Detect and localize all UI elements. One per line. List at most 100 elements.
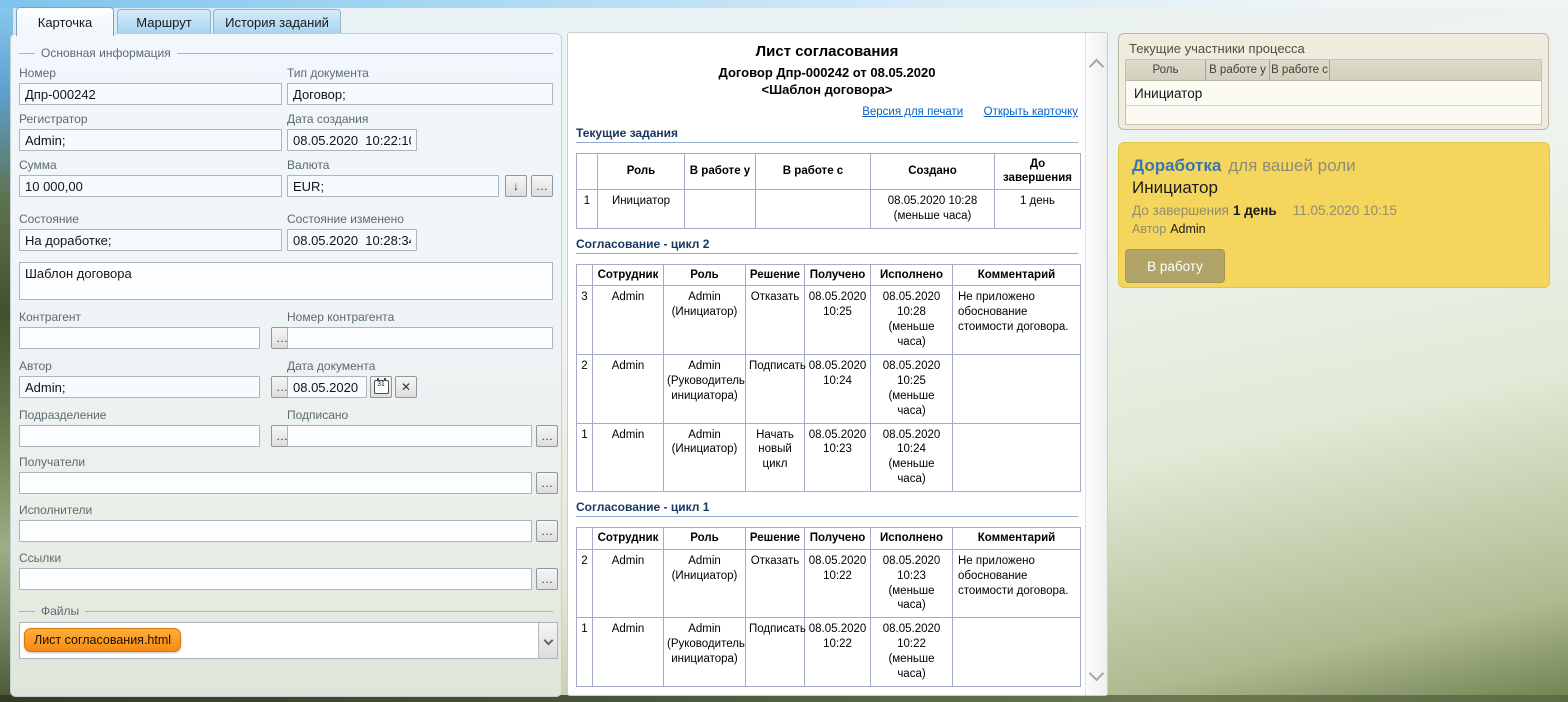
doc-date-clear-button[interactable]: ✕ <box>395 376 417 398</box>
executors-input[interactable] <box>19 520 532 542</box>
scroll-down-icon[interactable] <box>1089 666 1105 682</box>
currency-down-button[interactable]: ↓ <box>505 175 527 197</box>
table-header-row: СотрудникРоль РешениеПолученоИсполнено К… <box>577 528 1081 549</box>
ellipsis-icon: … <box>541 430 553 442</box>
take-to-work-button[interactable]: В работу <box>1125 249 1225 283</box>
recipients-label: Получатели <box>19 455 561 470</box>
task-type-label: Доработка <box>1132 156 1221 175</box>
state-changed-label: Состояние изменено <box>287 212 553 227</box>
scroll-up-icon[interactable] <box>1089 59 1105 75</box>
participants-title: Текущие участники процесса <box>1129 41 1305 56</box>
down-arrow-icon: ↓ <box>513 180 519 192</box>
files-list: Лист согласования.html <box>19 622 558 659</box>
tab-route[interactable]: Маршрут <box>117 9 211 35</box>
links-input[interactable] <box>19 568 532 590</box>
description-textarea[interactable]: Шаблон договора <box>19 262 553 300</box>
files-dropdown-button[interactable] <box>538 623 557 658</box>
task-card: Доработкадля вашей роли Инициатор До зав… <box>1118 142 1550 288</box>
counterparty-number-label: Номер контрагента <box>287 310 553 325</box>
registrar-label: Регистратор <box>19 112 282 127</box>
section-approval-cycle-2: Согласование - цикл 2 <box>576 237 1078 254</box>
participants-header-row: Роль В работе у В работе с <box>1126 60 1541 81</box>
approval-cycle-2-table: СотрудникРоль РешениеПолученоИсполнено К… <box>576 264 1081 493</box>
recipients-input[interactable] <box>19 472 532 494</box>
counterparty-label: Контрагент <box>19 310 282 325</box>
table-row: 1AdminAdmin (Инициатор) Начать новый цик… <box>577 423 1081 492</box>
registrar-input[interactable] <box>19 129 282 151</box>
signed-picker-button[interactable]: … <box>536 425 558 447</box>
author-input[interactable] <box>19 376 260 398</box>
links-picker-button[interactable]: … <box>536 568 558 590</box>
counterparty-input[interactable] <box>19 327 260 349</box>
executors-picker-button[interactable]: … <box>536 520 558 542</box>
number-label: Номер <box>19 66 282 81</box>
doc-date-label: Дата документа <box>287 359 553 374</box>
executors-label: Исполнители <box>19 503 561 518</box>
doc-date-input[interactable] <box>287 376 367 398</box>
background-gradient-top <box>0 0 1568 8</box>
participants-col-in-work-since: В работе с <box>1270 60 1330 80</box>
task-author: АвторAdmin <box>1132 222 1206 236</box>
group-main-info: Основная информация <box>19 46 553 60</box>
group-main-info-label: Основная информация <box>35 46 177 60</box>
approval-sheet-document: Лист согласования Договор Дпр-000242 от … <box>568 33 1086 695</box>
department-label: Подразделение <box>19 408 282 423</box>
scrollbar[interactable] <box>1085 33 1107 695</box>
table-row: 1Инициатор 08.05.2020 10:28 (меньше часа… <box>577 189 1081 228</box>
created-date-input[interactable] <box>287 129 417 151</box>
ellipsis-icon: … <box>541 573 553 585</box>
group-files-label: Файлы <box>35 604 85 618</box>
task-card-heading: Доработкадля вашей роли <box>1132 156 1356 176</box>
amount-input[interactable] <box>19 175 282 197</box>
task-deadline: До завершения1 день11.05.2020 10:15 <box>1132 203 1397 218</box>
author-label: Автор <box>1132 222 1166 236</box>
tab-card[interactable]: Карточка <box>16 7 114 36</box>
currency-picker-button[interactable]: … <box>531 175 553 197</box>
table-row: 2AdminAdmin (Инициатор) Отказать08.05.20… <box>577 549 1081 618</box>
doc-type-input[interactable] <box>287 83 553 105</box>
signed-input[interactable] <box>287 425 532 447</box>
deadline-value: 1 день <box>1233 203 1277 218</box>
ellipsis-icon: … <box>541 477 553 489</box>
ellipsis-icon: … <box>541 525 553 537</box>
file-chip[interactable]: Лист согласования.html <box>24 628 181 652</box>
ellipsis-icon: … <box>536 180 548 192</box>
process-participants-panel: Текущие участники процесса Роль В работе… <box>1118 33 1549 130</box>
state-label: Состояние <box>19 212 282 227</box>
doc-subtitle-1: Договор Дпр-000242 от 08.05.2020 <box>576 64 1078 81</box>
calendar-icon: 31 <box>374 380 389 394</box>
participants-row-empty[interactable] <box>1126 106 1541 124</box>
close-icon: ✕ <box>401 381 411 393</box>
state-input[interactable] <box>19 229 282 251</box>
participants-table: Роль В работе у В работе с Инициатор <box>1125 59 1542 125</box>
doc-type-label: Тип документа <box>287 66 553 81</box>
tab-task-history[interactable]: История заданий <box>213 9 341 35</box>
recipients-picker-button[interactable]: … <box>536 472 558 494</box>
author-label: Автор <box>19 359 282 374</box>
counterparty-number-input[interactable] <box>287 327 553 349</box>
number-input[interactable] <box>19 83 282 105</box>
task-role: Инициатор <box>1132 178 1218 198</box>
department-input[interactable] <box>19 425 260 447</box>
participants-col-role: Роль <box>1126 60 1206 80</box>
table-header-row: РольВ работе у В работе сСозданоДо завер… <box>577 154 1081 190</box>
doc-subtitle-2: <Шаблон договора> <box>576 81 1078 98</box>
currency-input[interactable] <box>287 175 499 197</box>
doc-links: Версия для печати Открыть карточку <box>576 102 1078 120</box>
app-window: Карточка Маршрут История заданий Основна… <box>0 0 1568 702</box>
table-row: 2AdminAdmin (Руководитель инициатора) По… <box>577 354 1081 423</box>
amount-label: Сумма <box>19 158 282 173</box>
state-changed-input[interactable] <box>287 229 417 251</box>
signed-label: Подписано <box>287 408 553 423</box>
section-current-tasks: Текущие задания <box>576 126 1078 143</box>
card-panel: Основная информация Номер Тип документа … <box>10 33 562 697</box>
links-label: Ссылки <box>19 551 561 566</box>
participants-row[interactable]: Инициатор <box>1126 81 1541 106</box>
open-card-link[interactable]: Открыть карточку <box>984 106 1078 118</box>
doc-date-calendar-button[interactable]: 31 <box>370 376 392 398</box>
print-version-link[interactable]: Версия для печати <box>862 106 963 118</box>
approval-sheet-panel: Лист согласования Договор Дпр-000242 от … <box>567 32 1108 696</box>
group-files: Файлы <box>19 604 553 618</box>
section-approval-cycle-1: Согласование - цикл 1 <box>576 500 1078 517</box>
currency-label: Валюта <box>287 158 553 173</box>
